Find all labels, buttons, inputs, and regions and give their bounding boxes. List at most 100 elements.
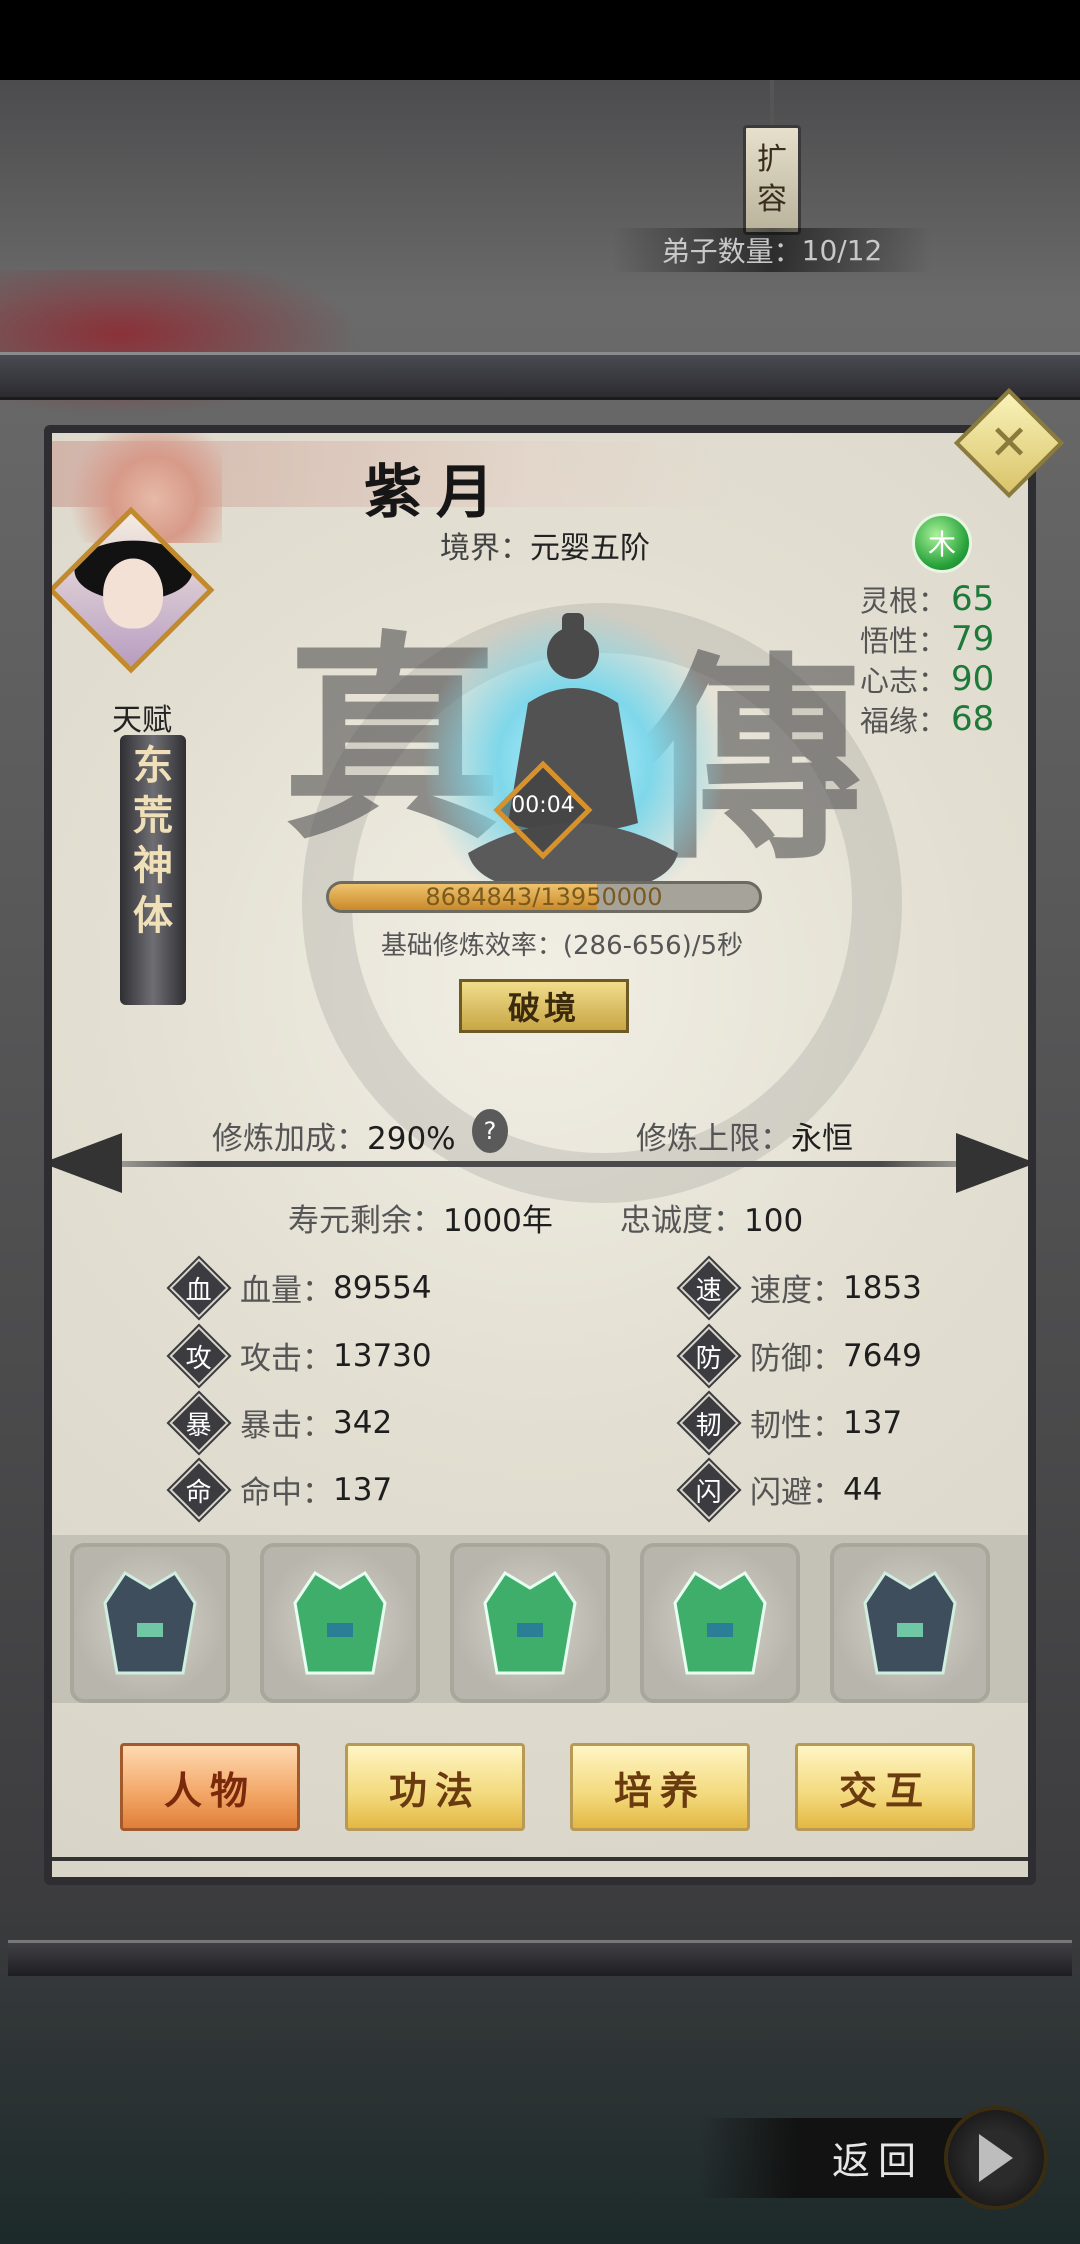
equipment-slot[interactable] bbox=[70, 1543, 230, 1703]
aptitude-row: 心志： 90 bbox=[860, 659, 1010, 699]
robe-dark-icon bbox=[863, 1570, 957, 1675]
loyalty: 忠诚度：100 bbox=[620, 1195, 803, 1240]
character-name: 紫月 bbox=[364, 458, 509, 526]
plum-branch-decoration bbox=[0, 270, 400, 430]
realm-label: 境界： bbox=[440, 531, 530, 566]
return-button[interactable] bbox=[944, 2106, 1048, 2210]
talent-char: 体 bbox=[133, 892, 173, 939]
talent-scroll[interactable]: 东 荒 神 体 bbox=[120, 735, 186, 1005]
equipment-slot[interactable] bbox=[260, 1543, 420, 1703]
attribute-label: 命中： bbox=[240, 1475, 333, 1511]
character-panel: 紫月 境界：元婴五阶 木 灵根： 65 悟性： 79 心志： 90 福缘： 68 天赋 … bbox=[44, 425, 1036, 1885]
attribute-hit: 命 命中： 137 bbox=[166, 1456, 393, 1523]
close-icon: ✕ bbox=[988, 415, 1030, 471]
realm-value: 元婴五阶 bbox=[530, 531, 650, 566]
attribute-attack: 攻 攻击： 13730 bbox=[166, 1322, 432, 1389]
attribute-label: 血量： bbox=[240, 1273, 333, 1309]
attribute-dodge: 闪 闪避： 44 bbox=[676, 1456, 883, 1523]
attribute-value: 1853 bbox=[843, 1269, 922, 1306]
robe-green-icon bbox=[293, 1570, 387, 1675]
cultivation-limit: 修炼上限：永恒 bbox=[636, 1113, 853, 1158]
attack-icon: 攻 bbox=[166, 1322, 232, 1389]
equipment-row bbox=[52, 1535, 1028, 1703]
aptitude-row: 福缘： 68 bbox=[860, 699, 1010, 739]
portrait-face bbox=[103, 558, 164, 629]
tab-label: 人物 bbox=[163, 1767, 256, 1813]
attribute-speed: 速 速度： 1853 bbox=[676, 1254, 922, 1321]
meditating-figure-icon bbox=[468, 613, 678, 893]
talent-char: 荒 bbox=[133, 792, 173, 839]
breakthrough-button[interactable]: 破境 bbox=[459, 979, 629, 1033]
aptitude-row: 悟性： 79 bbox=[860, 619, 1010, 659]
aptitude-label: 悟性： bbox=[860, 624, 948, 658]
crit-icon: 暴 bbox=[166, 1389, 232, 1456]
attribute-hp: 血 血量： 89554 bbox=[166, 1254, 432, 1321]
limit-value: 永恒 bbox=[791, 1121, 853, 1157]
robe-green-icon bbox=[483, 1570, 577, 1675]
attribute-label: 闪避： bbox=[750, 1475, 843, 1511]
tab-label: 功法 bbox=[388, 1767, 481, 1813]
disciple-count-value: 10/12 bbox=[801, 233, 883, 267]
aptitude-label: 福缘： bbox=[860, 704, 948, 738]
limit-label: 修炼上限： bbox=[636, 1121, 791, 1157]
attribute-value: 89554 bbox=[333, 1269, 432, 1306]
attribute-value: 137 bbox=[333, 1471, 393, 1508]
aptitude-row: 灵根： 65 bbox=[860, 579, 1010, 619]
previous-arrow-icon[interactable] bbox=[52, 1133, 122, 1193]
realm-text: 境界：元婴五阶 bbox=[440, 523, 650, 567]
tab-interact[interactable]: 交互 bbox=[795, 1743, 975, 1831]
lifespan: 寿元剩余：1000年 bbox=[288, 1195, 553, 1240]
attribute-crit: 暴 暴击： 342 bbox=[166, 1389, 392, 1456]
expand-label-1: 扩 bbox=[757, 142, 787, 177]
talent-label: 天赋 bbox=[112, 703, 172, 738]
breakthrough-label: 破境 bbox=[507, 989, 580, 1027]
bottom-shelf bbox=[8, 1940, 1072, 1976]
speed-icon: 速 bbox=[676, 1254, 742, 1321]
section-divider bbox=[52, 1161, 1028, 1167]
equipment-slot[interactable] bbox=[830, 1543, 990, 1703]
tag-string bbox=[770, 80, 774, 130]
expand-button[interactable]: 扩 容 bbox=[743, 125, 801, 235]
tab-training[interactable]: 培养 bbox=[570, 1743, 750, 1831]
tab-label: 培养 bbox=[613, 1767, 706, 1813]
disciple-count-label: 弟子数量： bbox=[661, 235, 802, 268]
help-icon[interactable]: ? bbox=[472, 1109, 508, 1153]
panel-bottom-line bbox=[52, 1857, 1028, 1861]
roof-beam bbox=[0, 352, 1080, 400]
progress-text: 8684843/13950000 bbox=[425, 883, 663, 911]
expand-label-2: 容 bbox=[757, 182, 787, 217]
equipment-slot[interactable] bbox=[640, 1543, 800, 1703]
loyalty-value: 100 bbox=[744, 1203, 804, 1239]
lifespan-label: 寿元剩余： bbox=[288, 1203, 443, 1239]
efficiency-text: 基础修炼效率：(286-656)/5秒 bbox=[380, 931, 744, 961]
return-label[interactable]: 返回 bbox=[832, 2130, 924, 2185]
equipment-slot[interactable] bbox=[450, 1543, 610, 1703]
aptitude-value: 65 bbox=[951, 579, 995, 619]
next-arrow-icon[interactable] bbox=[956, 1133, 1028, 1193]
aptitude-label: 灵根： bbox=[860, 584, 948, 618]
toughness-icon: 韧 bbox=[676, 1389, 742, 1456]
defense-icon: 防 bbox=[676, 1322, 742, 1389]
bonus-label: 修炼加成： bbox=[212, 1121, 367, 1157]
aptitude-list: 灵根： 65 悟性： 79 心志： 90 福缘： 68 bbox=[860, 579, 1010, 739]
hp-icon: 血 bbox=[166, 1254, 232, 1321]
dodge-icon: 闪 bbox=[676, 1456, 742, 1523]
talent-char: 东 bbox=[133, 742, 173, 789]
attribute-value: 13730 bbox=[333, 1337, 432, 1374]
attribute-label: 速度： bbox=[750, 1273, 843, 1309]
attribute-label: 暴击： bbox=[240, 1408, 333, 1444]
aptitude-value: 90 bbox=[951, 659, 995, 699]
meditation-timer: 00:04 bbox=[511, 793, 575, 818]
attribute-value: 7649 bbox=[843, 1337, 922, 1374]
robe-dark-icon bbox=[103, 1570, 197, 1675]
tab-character[interactable]: 人物 bbox=[120, 1743, 300, 1831]
tab-techniques[interactable]: 功法 bbox=[345, 1743, 525, 1831]
wood-element-badge: 木 bbox=[912, 513, 972, 573]
bonus-value: 290% bbox=[367, 1121, 456, 1157]
attribute-label: 攻击： bbox=[240, 1341, 333, 1377]
aptitude-value: 79 bbox=[951, 619, 995, 659]
attribute-label: 韧性： bbox=[750, 1408, 843, 1444]
talent-char: 神 bbox=[133, 842, 173, 889]
attribute-value: 44 bbox=[843, 1471, 883, 1508]
cultivation-bonus: 修炼加成：290% bbox=[212, 1113, 456, 1158]
